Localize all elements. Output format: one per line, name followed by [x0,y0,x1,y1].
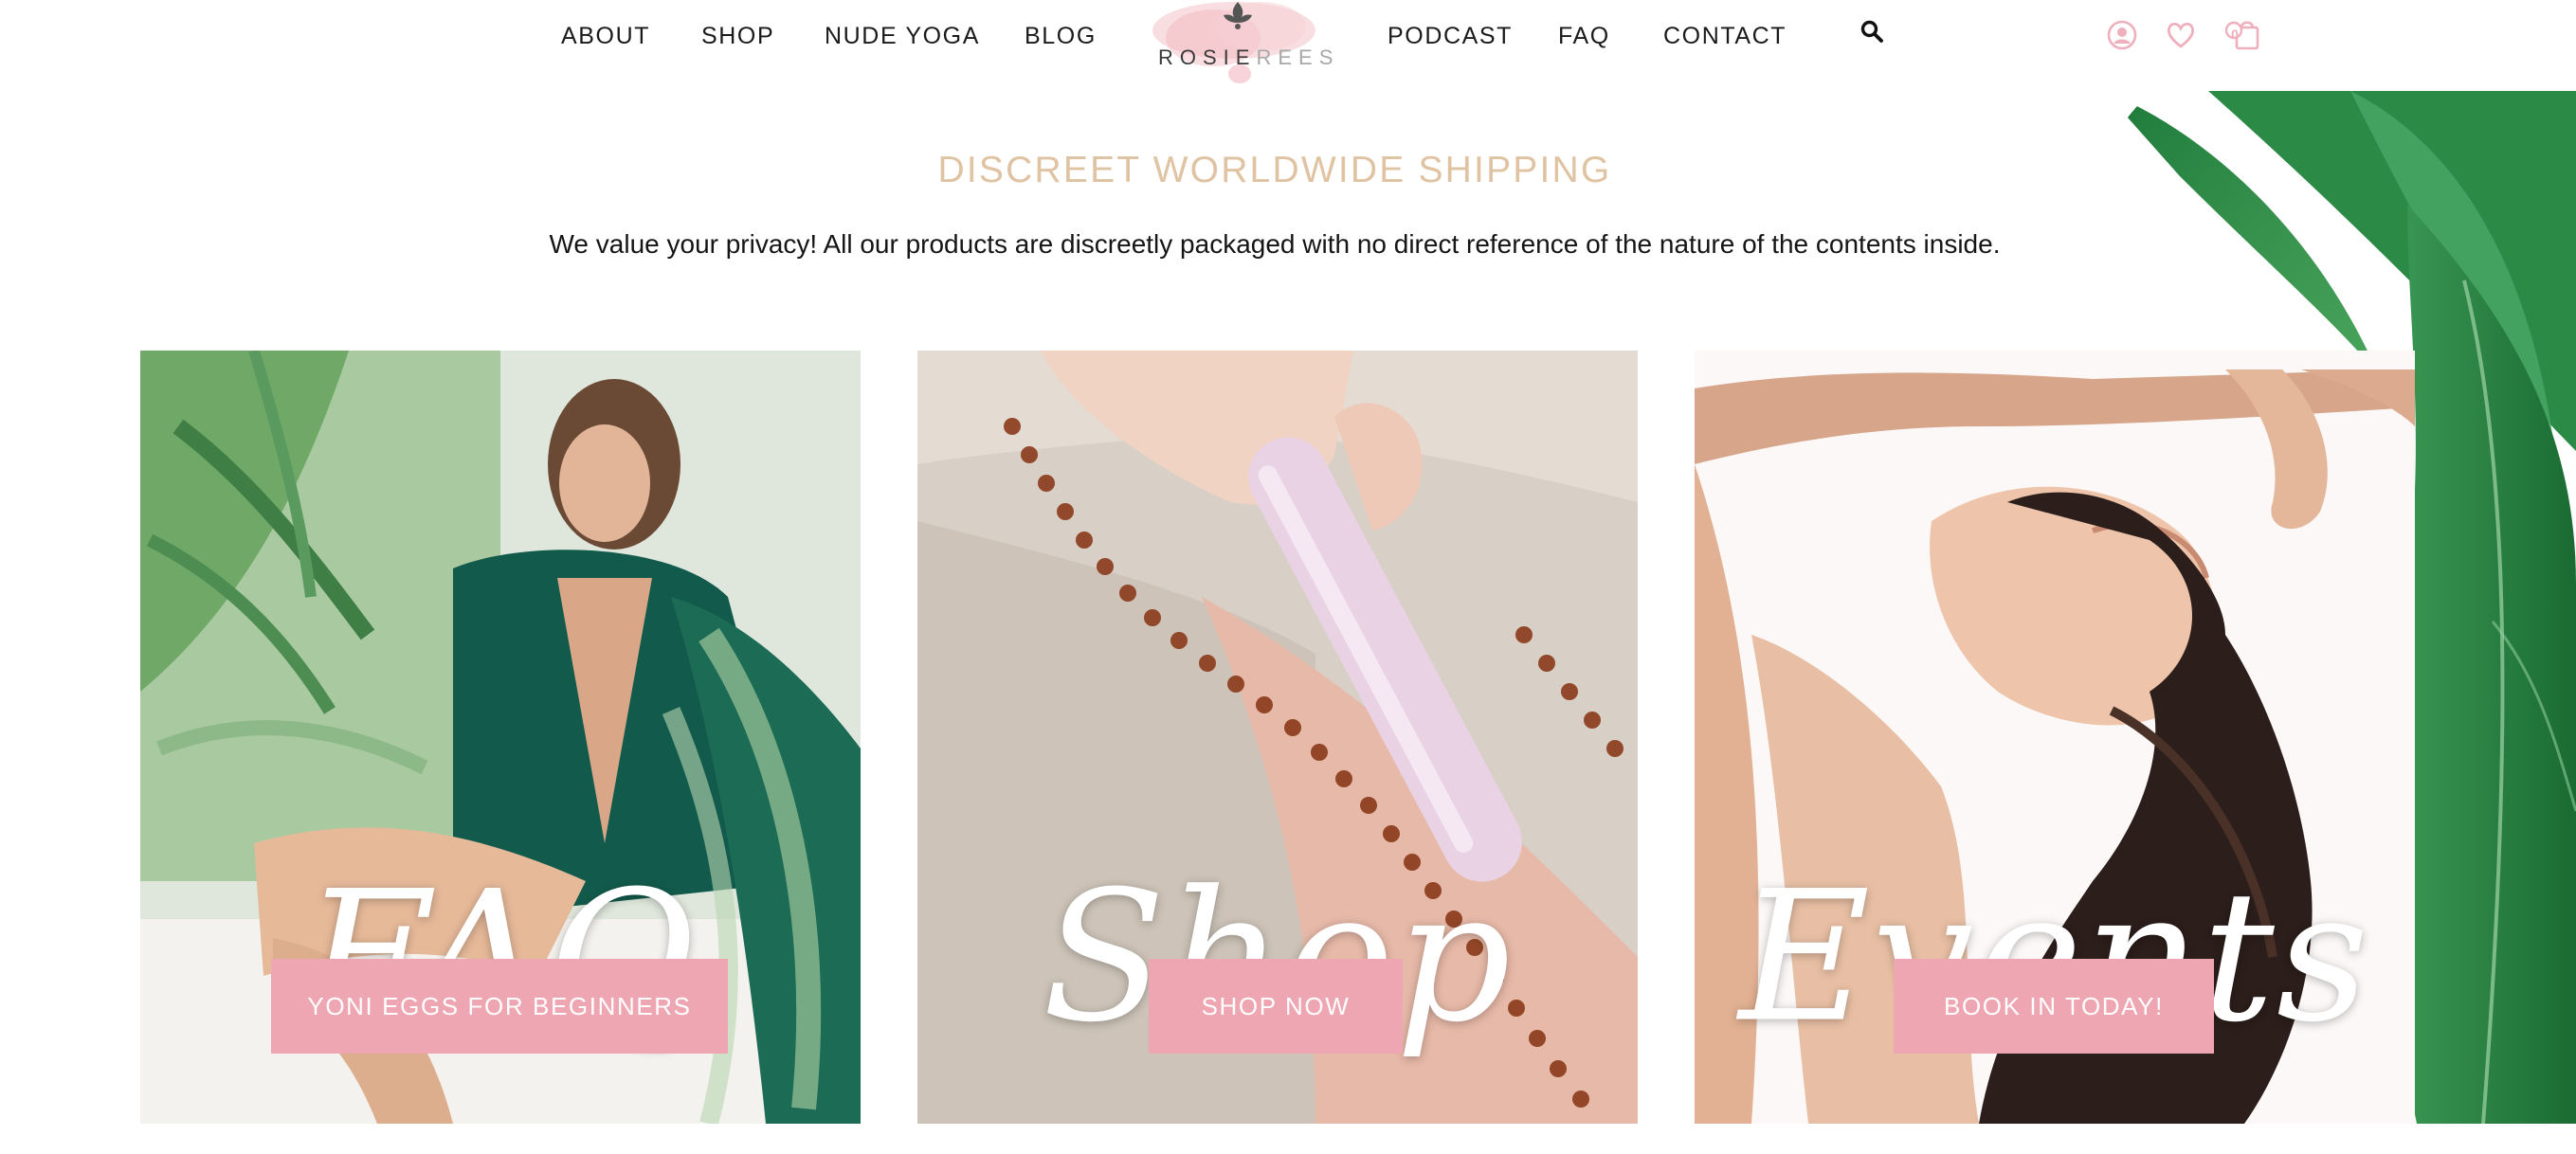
nav-about[interactable]: ABOUT [561,23,650,50]
faq-tile[interactable]: FAQ YONI EGGS FOR BEGINNERS [140,351,861,1124]
nav-podcast[interactable]: PODCAST [1388,23,1513,50]
logo-text-rosie: ROSIE [1158,45,1257,69]
cart-count: 0 [2231,27,2239,42]
events-tile[interactable]: Events BOOK IN TODAY! [1695,351,2415,1124]
logo-text-rees: REES [1256,45,1340,69]
search-icon[interactable] [1854,13,1890,49]
nav-nude-yoga[interactable]: NUDE YOGA [825,23,980,50]
shop-now-button[interactable]: SHOP NOW [1149,959,1403,1054]
logo-wordmark: ROSIEREES [1158,45,1339,70]
nav-shop[interactable]: SHOP [701,23,774,50]
nav-blog[interactable]: BLOG [1025,23,1097,50]
nav-faq[interactable]: FAQ [1558,23,1610,50]
shop-tile[interactable]: Shop SHOP NOW [917,351,1638,1124]
nav-contact[interactable]: CONTACT [1663,23,1787,50]
yoni-eggs-button[interactable]: YONI EGGS FOR BEGINNERS [271,959,728,1054]
site-header: ABOUT SHOP NUDE YOGA BLOG ROSIEREES PODC… [0,0,2576,91]
book-in-today-button[interactable]: BOOK IN TODAY! [1894,959,2214,1054]
shipping-title: DISCREET WORLDWIDE SHIPPING [937,150,1612,190]
cart-bag-icon[interactable]: 0 [2225,17,2261,53]
account-icon[interactable] [2104,17,2140,53]
site-logo[interactable]: ROSIEREES [1147,0,1336,91]
shipping-description: We value your privacy! All our products … [549,229,2001,259]
wishlist-heart-icon[interactable] [2163,17,2199,53]
